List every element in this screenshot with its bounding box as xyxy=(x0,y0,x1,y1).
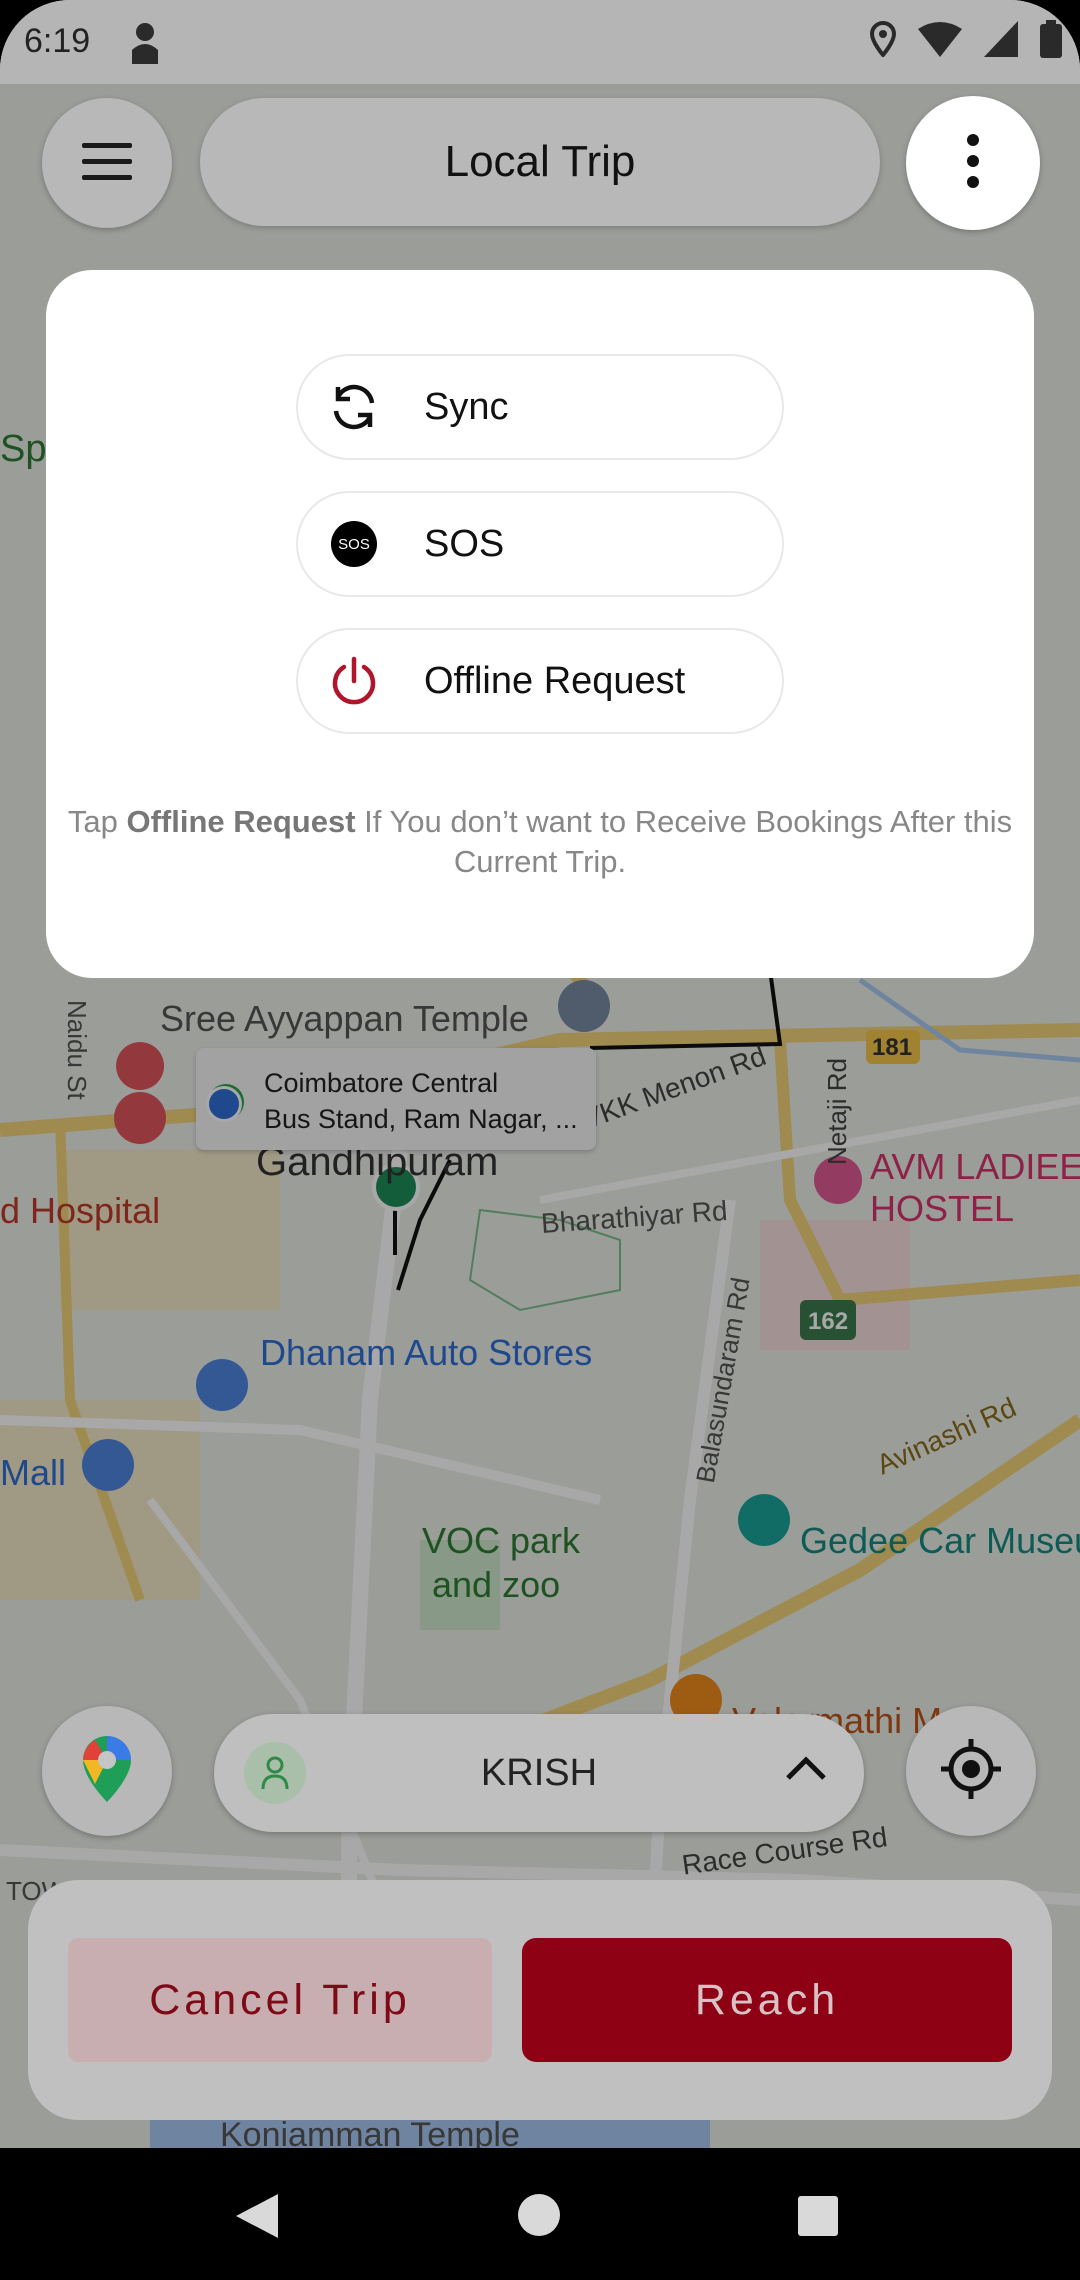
back-icon[interactable] xyxy=(234,2192,280,2245)
driver-info-bar[interactable]: KRISH xyxy=(214,1714,864,1832)
status-time: 6:19 xyxy=(24,22,91,60)
popup-note-suffix: If You don’t want to Receive Bookings Af… xyxy=(355,804,1013,879)
person-icon xyxy=(130,22,160,69)
sos-icon-text: SOS xyxy=(331,521,377,567)
page-title: Local Trip xyxy=(200,98,880,226)
popup-note-prefix: Tap xyxy=(67,804,127,839)
sos-button[interactable]: SOS SOS xyxy=(296,491,784,597)
more-vertical-icon xyxy=(965,133,981,194)
sync-icon xyxy=(324,377,384,437)
home-icon[interactable] xyxy=(518,2194,560,2236)
reach-button[interactable]: Reach xyxy=(522,1938,1012,2062)
cancel-trip-button[interactable]: Cancel Trip xyxy=(68,1938,492,2062)
sos-label: SOS xyxy=(424,522,505,565)
signal-icon xyxy=(984,21,1018,62)
wifi-icon xyxy=(918,21,962,62)
status-bar: 6:19 xyxy=(0,0,1080,84)
driver-name: KRISH xyxy=(480,1752,598,1794)
sync-button[interactable]: Sync xyxy=(296,354,784,460)
popup-note: Tap Offline Request If You don’t want to… xyxy=(46,802,1034,882)
options-popup: Sync SOS SOS Offline Request Tap Offline… xyxy=(46,270,1034,978)
hamburger-icon xyxy=(82,141,132,186)
my-location-icon xyxy=(939,1737,1003,1806)
app-screen: Sree Ayyappan Temple Gandhipuram d Hospi… xyxy=(0,0,1080,2148)
google-maps-icon xyxy=(81,1734,133,1809)
popup-note-bold: Offline Request xyxy=(126,804,356,839)
sos-icon: SOS xyxy=(324,514,384,574)
battery-icon xyxy=(1040,20,1062,63)
offline-request-button[interactable]: Offline Request xyxy=(296,628,784,734)
chevron-up-icon[interactable] xyxy=(784,1754,828,1787)
system-nav-bar xyxy=(0,2148,1080,2280)
more-options-button[interactable] xyxy=(906,96,1040,230)
recents-icon[interactable] xyxy=(798,2196,838,2236)
sync-label: Sync xyxy=(424,385,509,428)
offline-request-label: Offline Request xyxy=(424,659,686,702)
location-icon xyxy=(869,20,897,62)
trip-action-panel: Cancel Trip Reach xyxy=(28,1880,1052,2120)
google-maps-button[interactable] xyxy=(42,1706,172,1836)
recenter-location-button[interactable] xyxy=(906,1706,1036,1836)
menu-button[interactable] xyxy=(42,98,172,228)
power-icon xyxy=(324,651,384,711)
status-icons xyxy=(869,20,1062,63)
